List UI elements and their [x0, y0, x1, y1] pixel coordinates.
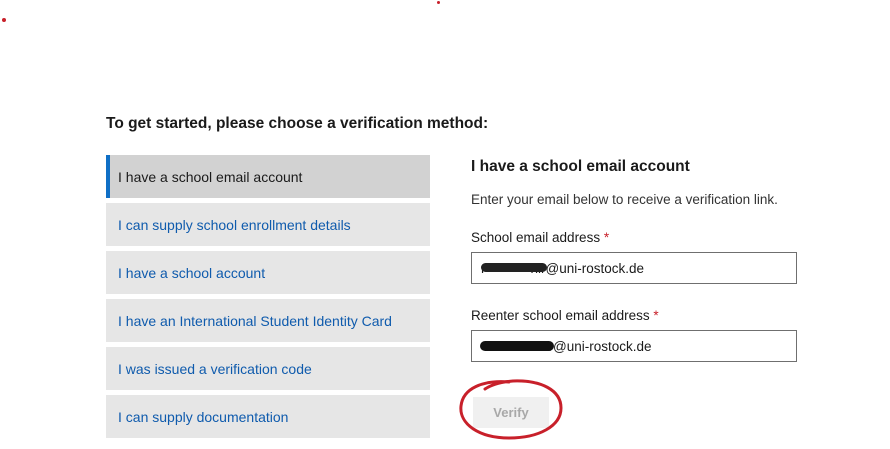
- required-marker: *: [653, 308, 659, 323]
- page-heading: To get started, please choose a verifica…: [106, 115, 489, 132]
- method-school-account[interactable]: I have a school account: [106, 251, 430, 294]
- required-marker: *: [603, 230, 610, 245]
- panel-title: I have a school email account: [471, 158, 690, 175]
- verification-method-list: I have a school email account I can supp…: [106, 155, 430, 443]
- verify-button[interactable]: Verify: [473, 397, 549, 428]
- reenter-field-label: Reenter school email address *: [471, 308, 659, 323]
- email-field-label: School email address *: [471, 230, 609, 245]
- method-isic-card[interactable]: I have an International Student Identity…: [106, 299, 430, 342]
- annotation-dot: [437, 1, 440, 4]
- annotation-dot: [2, 18, 6, 22]
- panel-description: Enter your email below to receive a veri…: [471, 192, 778, 207]
- reenter-email-input[interactable]: [471, 330, 797, 362]
- method-school-email[interactable]: I have a school email account: [106, 155, 430, 198]
- method-enrollment-details[interactable]: I can supply school enrollment details: [106, 203, 430, 246]
- email-label-text: School email address: [471, 230, 601, 245]
- school-email-input[interactable]: [471, 252, 797, 284]
- reenter-label-text: Reenter school email address: [471, 308, 650, 323]
- method-documentation[interactable]: I can supply documentation: [106, 395, 430, 438]
- verification-panel: I have a school email account Enter your…: [471, 158, 801, 362]
- method-verification-code[interactable]: I was issued a verification code: [106, 347, 430, 390]
